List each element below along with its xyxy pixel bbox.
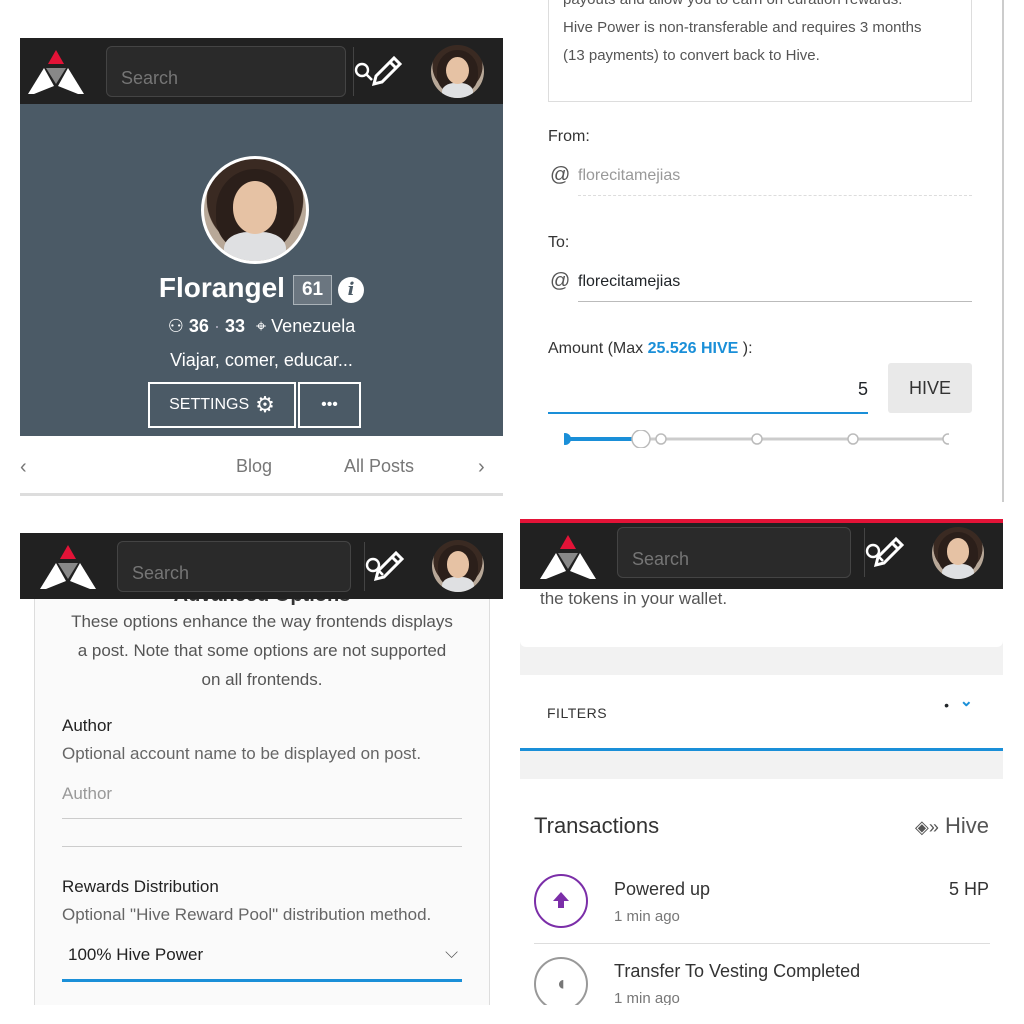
profile-avatar	[201, 156, 309, 264]
tx-time: 1 min ago	[614, 990, 680, 1005]
slider-step-dot	[751, 433, 763, 445]
chevron-right-icon[interactable]: ›	[478, 456, 485, 479]
author-label: Author	[62, 716, 113, 735]
tab-all-posts[interactable]: All Posts	[344, 456, 414, 477]
arrow-up-icon	[553, 892, 569, 908]
slider-step-dot	[942, 433, 949, 445]
power-up-note: payouts and allow you to earn on curatio…	[548, 0, 972, 102]
profile-name: Florangel	[158, 272, 285, 303]
slider-step-dot	[655, 433, 667, 445]
top-header	[20, 38, 503, 104]
settings-button[interactable]: SETTINGS ⚙	[148, 382, 296, 428]
max-amount-link[interactable]: 25.526 HIVE	[648, 340, 739, 357]
more-button[interactable]: •••	[298, 382, 361, 428]
author-input[interactable]: Author	[62, 784, 462, 819]
rewards-label: Rewards Distribution	[62, 877, 219, 896]
at-icon: @	[550, 164, 571, 186]
transactions-title: Transactions	[534, 813, 660, 838]
amount-label: Amount (Max 25.526 HIVE ):	[548, 340, 753, 357]
gear-icon: ⚙	[255, 392, 275, 417]
user-avatar[interactable]	[431, 45, 484, 98]
following-count[interactable]: 33	[225, 316, 245, 336]
piggy-bank-icon: ◖	[534, 957, 588, 1005]
to-field[interactable]: florecitamejias	[578, 273, 972, 302]
rewards-select[interactable]: 100% Hive Power ⌵	[62, 943, 462, 982]
at-icon: @	[550, 270, 571, 292]
advanced-options-description: These options enhance the way frontends …	[71, 612, 453, 689]
tab-blog[interactable]: Blog	[236, 456, 272, 477]
search-box	[617, 527, 884, 578]
tx-title: Transfer To Vesting Completed	[614, 961, 861, 981]
transactions-card: Transactions ◈» Hive Powered up 1 min ag…	[520, 779, 1003, 1005]
tx-time: 1 min ago	[614, 908, 680, 925]
slider-start-dot	[564, 433, 571, 445]
profile-about: Viajar, comer, educar...	[170, 350, 353, 370]
pencil-icon[interactable]	[368, 547, 408, 587]
filters-card[interactable]: FILTERS • ⌄	[520, 675, 1003, 751]
powered-up-icon	[534, 874, 588, 928]
slider-step-dot	[847, 433, 859, 445]
location-text: Venezuela	[271, 316, 356, 336]
chevron-left-icon[interactable]: ‹	[20, 456, 27, 479]
currency-button[interactable]: HIVE	[888, 363, 972, 413]
search-box	[106, 46, 373, 97]
followers-icon: ⚇	[167, 316, 184, 336]
author-description: Optional account name to be displayed on…	[62, 744, 422, 763]
user-avatar[interactable]	[932, 527, 984, 579]
filters-label: FILTERS	[547, 705, 608, 721]
profile-panel: Florangel61i ⚇ 36 · 33 ⌖ Venezuela Viaja…	[20, 38, 503, 500]
reputation-badge: 61	[292, 274, 333, 305]
divider	[534, 943, 990, 944]
hive-logo-icon[interactable]	[28, 50, 84, 94]
info-icon[interactable]: i	[338, 276, 365, 303]
search-box	[117, 541, 384, 592]
amount-input[interactable]: 5	[548, 364, 868, 414]
top-header	[20, 533, 503, 599]
search-input[interactable]	[118, 542, 364, 591]
filter-active-dot: •	[944, 697, 949, 713]
advanced-options-panel: Advanced Options These options enhance t…	[20, 533, 503, 1005]
tx-amount: 5 HP	[948, 879, 989, 899]
from-label: From:	[548, 128, 590, 145]
from-field: florecitamejias	[578, 167, 972, 196]
chevron-down-icon: ⌵	[445, 943, 458, 962]
divider	[62, 846, 462, 847]
profile-tabs: ‹ Blog All Posts ›	[20, 436, 503, 496]
chevron-down-icon[interactable]: ⌄	[960, 691, 973, 711]
wallet-info-card: the tokens in your wallet.	[520, 585, 1003, 647]
power-up-panel: payouts and allow you to earn on curatio…	[520, 0, 1004, 502]
location-icon: ⌖	[256, 316, 267, 336]
user-avatar[interactable]	[432, 540, 484, 592]
top-header	[520, 523, 1003, 589]
followers-count[interactable]: 36	[189, 316, 209, 336]
pencil-icon[interactable]	[868, 533, 908, 573]
to-label: To:	[548, 234, 570, 251]
hive-logo-icon: ◈»	[915, 817, 939, 837]
hive-filter-label[interactable]: ◈» Hive	[915, 813, 989, 839]
hive-logo-icon[interactable]	[540, 535, 596, 579]
slider-thumb[interactable]	[631, 430, 651, 448]
wallet-panel: the tokens in your wallet. FILTERS • ⌄ T…	[520, 519, 1003, 1005]
profile-stats: ⚇ 36 · 33 ⌖ Venezuela	[167, 316, 356, 336]
tx-title: Powered up	[614, 879, 711, 899]
hive-logo-icon[interactable]	[40, 545, 96, 589]
amount-slider[interactable]	[564, 430, 949, 448]
search-input[interactable]	[107, 47, 353, 96]
pencil-icon[interactable]	[366, 52, 406, 92]
search-input[interactable]	[618, 528, 864, 577]
rewards-description: Optional "Hive Reward Pool" distribution…	[62, 905, 432, 924]
profile-name-row: Florangel 61 i	[20, 272, 503, 305]
